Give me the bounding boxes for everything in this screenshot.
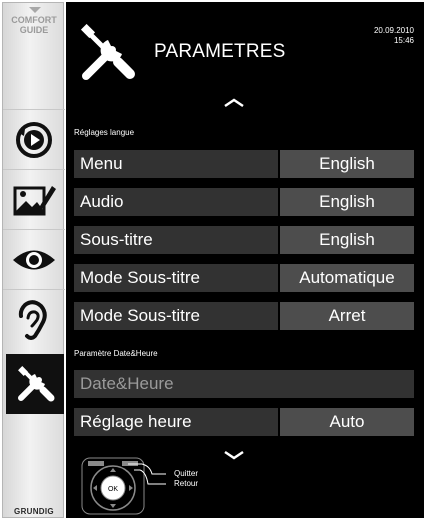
ear-icon <box>18 299 47 340</box>
menu-row-language-audio[interactable]: Audio English <box>74 188 414 216</box>
sidebar-item-playback[interactable] <box>3 109 65 169</box>
menu-row-time-setting[interactable]: Réglage heure Auto <box>74 408 414 436</box>
comfort-guide-sidebar: COMFORT GUIDE GRUNDIG <box>2 2 65 518</box>
scroll-up-chevron-icon[interactable] <box>223 98 245 108</box>
remote-dpad-icon: OK <box>81 457 166 515</box>
quit-hint: Quitter <box>174 469 199 478</box>
section-heading-datetime: Paramètre Date&Heure <box>74 349 158 358</box>
page-title: PARAMETRES <box>154 41 286 62</box>
ok-button-label: OK <box>108 486 118 493</box>
row-value[interactable]: Arret <box>280 302 414 330</box>
menu-row-subtitle-mode-2[interactable]: Mode Sous-titre Arret <box>74 302 414 330</box>
comfort-guide-arrow-icon <box>29 7 41 13</box>
row-value[interactable]: English <box>280 226 414 254</box>
tools-icon <box>80 23 135 80</box>
row-label: Mode Sous-titre <box>74 264 278 292</box>
photo-edit-icon <box>13 185 56 215</box>
row-label: Date&Heure <box>74 370 414 398</box>
row-label: Réglage heure <box>74 408 278 436</box>
eye-icon <box>13 250 55 269</box>
row-label: Audio <box>74 188 278 216</box>
sidebar-item-settings[interactable] <box>6 354 64 414</box>
settings-panel: PARAMETRES 20.09.2010 15:46 Réglages lan… <box>66 2 424 518</box>
header-date: 20.09.2010 <box>373 26 414 35</box>
row-label: Menu <box>74 150 278 178</box>
sidebar-item-sound[interactable] <box>3 289 65 349</box>
scroll-down-chevron-icon[interactable] <box>223 450 245 460</box>
menu-row-language-subtitle[interactable]: Sous-titre English <box>74 226 414 254</box>
tools-icon <box>18 366 55 402</box>
brand-logo: GRUNDIG <box>14 507 54 516</box>
row-label: Sous-titre <box>74 226 278 254</box>
row-value[interactable]: English <box>280 188 414 216</box>
menu-row-subtitle-mode[interactable]: Mode Sous-titre Automatique <box>74 264 414 292</box>
header-time: 15:46 <box>393 36 414 45</box>
row-label: Mode Sous-titre <box>74 302 278 330</box>
playback-icon <box>16 121 52 158</box>
menu-row-language-menu[interactable]: Menu English <box>74 150 414 178</box>
remote-control-hint: OK <box>80 456 166 516</box>
comfort-guide-label-line2: GUIDE <box>19 25 49 35</box>
section-heading-language: Réglages langue <box>74 128 135 137</box>
row-value[interactable]: Auto <box>280 408 414 436</box>
menu-row-date-time: Date&Heure <box>74 370 414 398</box>
sidebar-item-photo-edit[interactable] <box>3 169 65 229</box>
comfort-guide-label-line1: COMFORT <box>11 15 57 25</box>
row-value[interactable]: English <box>280 150 414 178</box>
screen: COMFORT GUIDE GRUNDIG PARAMETRES 20.09.2… <box>0 0 426 520</box>
back-hint: Retour <box>174 479 199 488</box>
row-value[interactable]: Automatique <box>280 264 414 292</box>
sidebar-item-picture[interactable] <box>3 229 65 289</box>
header-tools-icon <box>78 23 138 87</box>
